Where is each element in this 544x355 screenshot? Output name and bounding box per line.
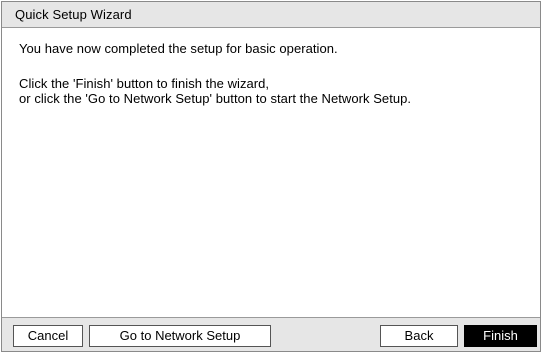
dialog-title-bar: Quick Setup Wizard xyxy=(2,2,540,28)
completion-message: You have now completed the setup for bas… xyxy=(19,41,338,56)
finish-button[interactable]: Finish xyxy=(464,325,537,347)
cancel-button[interactable]: Cancel xyxy=(13,325,83,347)
go-to-network-setup-button[interactable]: Go to Network Setup xyxy=(89,325,271,347)
quick-setup-wizard-dialog: Quick Setup Wizard You have now complete… xyxy=(1,1,541,352)
back-button[interactable]: Back xyxy=(380,325,458,347)
dialog-footer: Cancel Go to Network Setup Back Finish xyxy=(2,317,540,351)
dialog-content: You have now completed the setup for bas… xyxy=(2,28,540,320)
dialog-title: Quick Setup Wizard xyxy=(15,7,132,22)
network-setup-instruction: or click the 'Go to Network Setup' butto… xyxy=(19,91,412,106)
finish-instruction: Click the 'Finish' button to finish the … xyxy=(19,76,270,91)
